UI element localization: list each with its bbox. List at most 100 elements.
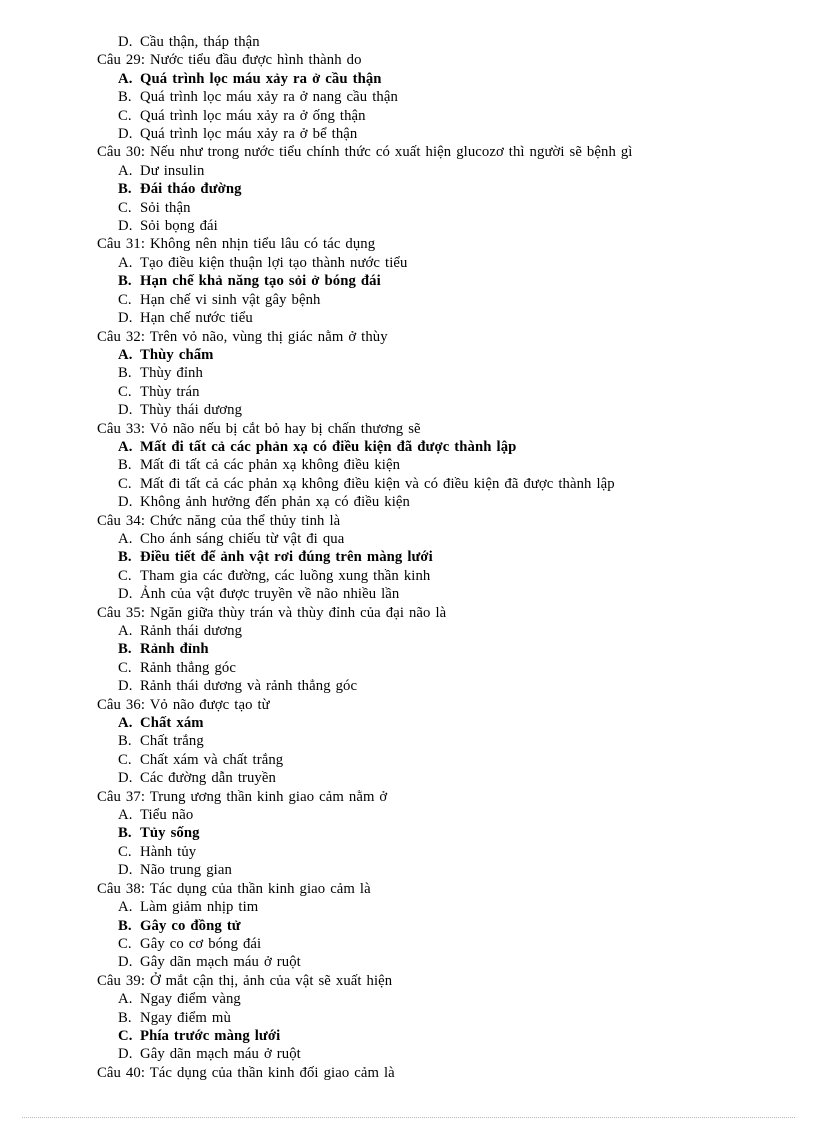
option-row: D. Sỏi bọng đái (118, 217, 717, 235)
option-text: Chất xám và chất trắng (140, 751, 284, 768)
option-row: C. Hạn chế vi sinh vật gây bệnh (118, 291, 717, 309)
option-row: A. Quá trình lọc máu xảy ra ở cầu thận (118, 70, 717, 88)
option-row: D. Rảnh thái dương và rảnh thẳng góc (118, 677, 717, 695)
option-text: Hạn chế khả năng tạo sỏi ở bóng đái (140, 273, 381, 290)
option-text: Tiểu não (140, 807, 194, 824)
option-row: D. Ảnh của vật được truyền về não nhiều l… (118, 585, 717, 603)
option-row: A. Mất đi tất cả các phản xạ có điều kiện… (118, 438, 717, 456)
option-letter: D. (118, 494, 133, 511)
option-text: Thùy trán (140, 383, 200, 400)
option-letter: B. (118, 181, 132, 198)
question-block: Câu 39: Ở mắt cận thị, ảnh của vật sẽ xu… (97, 972, 717, 1064)
option-row: B. Chất trắng (118, 732, 717, 750)
option-row: C. Hành tủy (118, 843, 717, 861)
option-letter: D. (118, 862, 133, 879)
option-text: Ảnh của vật được truyền về não nhiều lần (140, 586, 400, 603)
option-row: B. Quá trình lọc máu xảy ra ở nang cầu th… (118, 88, 717, 106)
option-text: Điều tiết để ảnh vật rơi đúng trên màng … (140, 549, 433, 566)
option-text: Quá trình lọc máu xảy ra ở nang cầu thận (140, 89, 398, 106)
option-row: D. Không ảnh hưởng đến phản xạ có điều ki… (118, 493, 717, 511)
question-prompt: Câu 36: Vỏ não được tạo từ (97, 696, 270, 713)
option-text: Đái tháo đường (140, 181, 242, 198)
question-block: Câu 36: Vỏ não được tạo từ A. Chất xám B. Ch… (97, 696, 717, 788)
option-text: Làm giảm nhịp tim (140, 899, 259, 916)
option-text: Rảnh đỉnh (140, 641, 209, 658)
option-row: B. Rảnh đỉnh (118, 640, 717, 658)
option-row: B. Mất đi tất cả các phản xạ không điều k… (118, 456, 717, 474)
option-text: Sỏi thận (140, 199, 191, 216)
option-text: Thùy thái dương (140, 402, 243, 419)
option-text: Thùy đỉnh (140, 365, 203, 382)
option-letter: B. (118, 825, 132, 842)
question-prompt: Câu 33: Vỏ não nếu bị cắt bỏ hay bị chấn… (97, 420, 421, 437)
option-row: C. Gây co cơ bóng đái (118, 935, 717, 953)
option-letter: C. (118, 659, 132, 676)
option-text: Gây co cơ bóng đái (140, 935, 262, 952)
option-row: D. Các đường dẫn truyền (118, 769, 717, 787)
option-text: Rảnh thái dương và rảnh thẳng góc (140, 678, 358, 695)
question-prompt: Câu 34: Chức năng của thể thủy tinh là (97, 512, 341, 529)
option-text: Hạn chế nước tiểu (140, 310, 253, 327)
question-prompt: Câu 30: Nếu như trong nước tiểu chính th… (97, 144, 633, 161)
option-text: Không ảnh hưởng đến phản xạ có điều kiện (140, 494, 410, 511)
option-row: A. Thùy chẩm (118, 346, 717, 364)
option-row: B. Hạn chế khả năng tạo sỏi ở bóng đái (118, 272, 717, 290)
question-block: Câu 38: Tác dụng của thần kinh giao cảm … (97, 880, 717, 972)
question-prompt: Câu 38: Tác dụng của thần kinh giao cảm … (97, 880, 371, 897)
exam-question-list: D. Cầu thận, tháp thận Câu 29: Nước tiểu đ… (97, 33, 717, 1082)
option-row: B. Gây co đồng tử (118, 917, 717, 935)
question-block: Câu 35: Ngăn giữa thùy trán và thùy đỉnh… (97, 604, 717, 696)
option-row: B. Đái tháo đường (118, 180, 717, 198)
option-row: A. Ngay điểm vàng (118, 990, 717, 1008)
option-letter: D. (118, 402, 133, 419)
option-row: D. Cầu thận, tháp thận (118, 33, 717, 51)
option-letter: C. (118, 291, 132, 308)
option-text: Tủy sống (140, 825, 200, 842)
option-letter: D. (118, 34, 133, 50)
document-page: D. Cầu thận, tháp thận Câu 29: Nước tiểu đ… (0, 0, 816, 1123)
option-letter: C. (118, 475, 132, 492)
option-text: Cho ánh sáng chiếu từ vật đi qua (140, 530, 345, 547)
question-block: Câu 31: Không nên nhịn tiểu lâu có tác d… (97, 235, 717, 327)
option-letter: C. (118, 935, 132, 952)
option-text: Thùy chẩm (140, 346, 214, 363)
option-text: Hành tủy (140, 843, 197, 860)
option-row: A. Dư insulin (118, 162, 717, 180)
question-prompt: Câu 37: Trung ương thần kinh giao cảm nằ… (97, 788, 388, 805)
option-row: D. Gây dãn mạch máu ở ruột (118, 953, 717, 971)
option-letter: B. (118, 365, 132, 382)
option-text: Rảnh thái dương (140, 623, 243, 639)
option-row: B. Điều tiết để ảnh vật rơi đúng trên màn… (118, 548, 717, 566)
option-row: B. Thùy đỉnh (118, 364, 717, 382)
question-block: Câu 40: Tác dụng của thần kinh đối giao … (97, 1064, 717, 1082)
option-letter: A. (118, 438, 133, 455)
option-row: B. Tủy sống (118, 824, 717, 842)
question-prompt: Câu 32: Trên vỏ não, vùng thị giác nằm ở… (97, 328, 388, 345)
option-letter: C. (118, 751, 132, 768)
option-row: C. Phía trước màng lưới (118, 1027, 717, 1045)
option-text: Gây dãn mạch máu ở ruột (140, 954, 301, 971)
question-prompt: Câu 39: Ở mắt cận thị, ảnh của vật sẽ xu… (97, 972, 393, 989)
option-row: C. Rảnh thẳng góc (118, 659, 717, 677)
option-row: A. Tiểu não (118, 806, 717, 824)
option-letter: A. (118, 899, 133, 916)
option-letter: B. (118, 549, 132, 566)
question-block: Câu 37: Trung ương thần kinh giao cảm nằ… (97, 788, 717, 880)
option-letter: D. (118, 310, 133, 327)
option-row: C. Sỏi thận (118, 199, 717, 217)
option-letter: D. (118, 678, 133, 695)
question-block: Câu 30: Nếu như trong nước tiểu chính th… (97, 143, 717, 235)
option-letter: D. (118, 770, 133, 787)
option-letter: B. (118, 917, 132, 934)
option-text: Tham gia các đường, các luồng xung thần … (140, 567, 431, 584)
question-prompt: Câu 40: Tác dụng của thần kinh đối giao … (97, 1064, 395, 1081)
option-letter: A. (118, 254, 133, 271)
option-letter: D. (118, 586, 133, 603)
option-text: Gây co đồng tử (140, 917, 241, 934)
question-block: Câu 32: Trên vỏ não, vùng thị giác nằm ở… (97, 328, 717, 420)
option-row: A. Tạo điều kiện thuận lợi tạo thành nước… (118, 254, 717, 272)
option-row: D. Gây dãn mạch máu ở ruột (118, 1045, 717, 1063)
option-letter: B. (118, 457, 132, 474)
option-text: Chất trắng (140, 733, 204, 750)
option-row: C. Mất đi tất cả các phản xạ không điều k… (118, 475, 717, 493)
